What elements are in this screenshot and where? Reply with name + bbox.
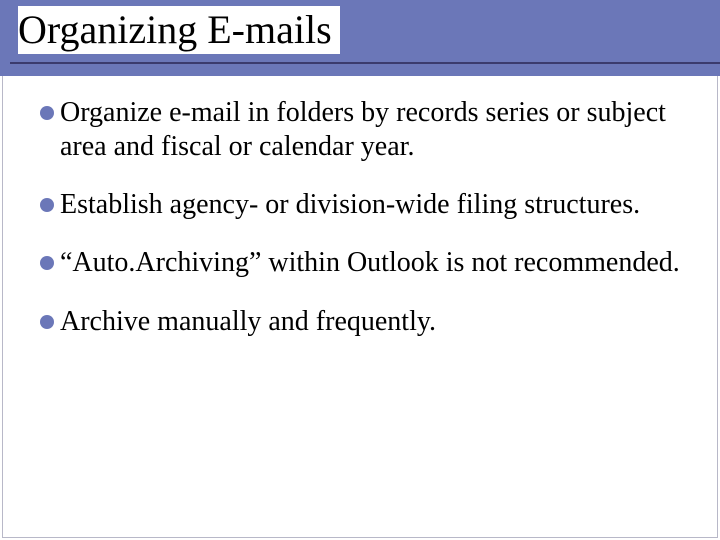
bullet-icon (40, 315, 54, 329)
bullet-icon (40, 198, 54, 212)
bullet-text: Establish agency- or division-wide filin… (60, 188, 680, 222)
slide-title: Organizing E-mails (18, 6, 340, 54)
list-item: “Auto.Archiving” within Outlook is not r… (40, 246, 680, 280)
bullet-text: Organize e-mail in folders by records se… (60, 96, 680, 164)
bullet-icon (40, 106, 54, 120)
bullet-text: “Auto.Archiving” within Outlook is not r… (60, 246, 680, 280)
slide-content: Organize e-mail in folders by records se… (40, 96, 680, 363)
list-item: Organize e-mail in folders by records se… (40, 96, 680, 164)
list-item: Establish agency- or division-wide filin… (40, 188, 680, 222)
bullet-text: Archive manually and frequently. (60, 305, 680, 339)
header-underline (10, 62, 720, 64)
bullet-icon (40, 256, 54, 270)
list-item: Archive manually and frequently. (40, 305, 680, 339)
